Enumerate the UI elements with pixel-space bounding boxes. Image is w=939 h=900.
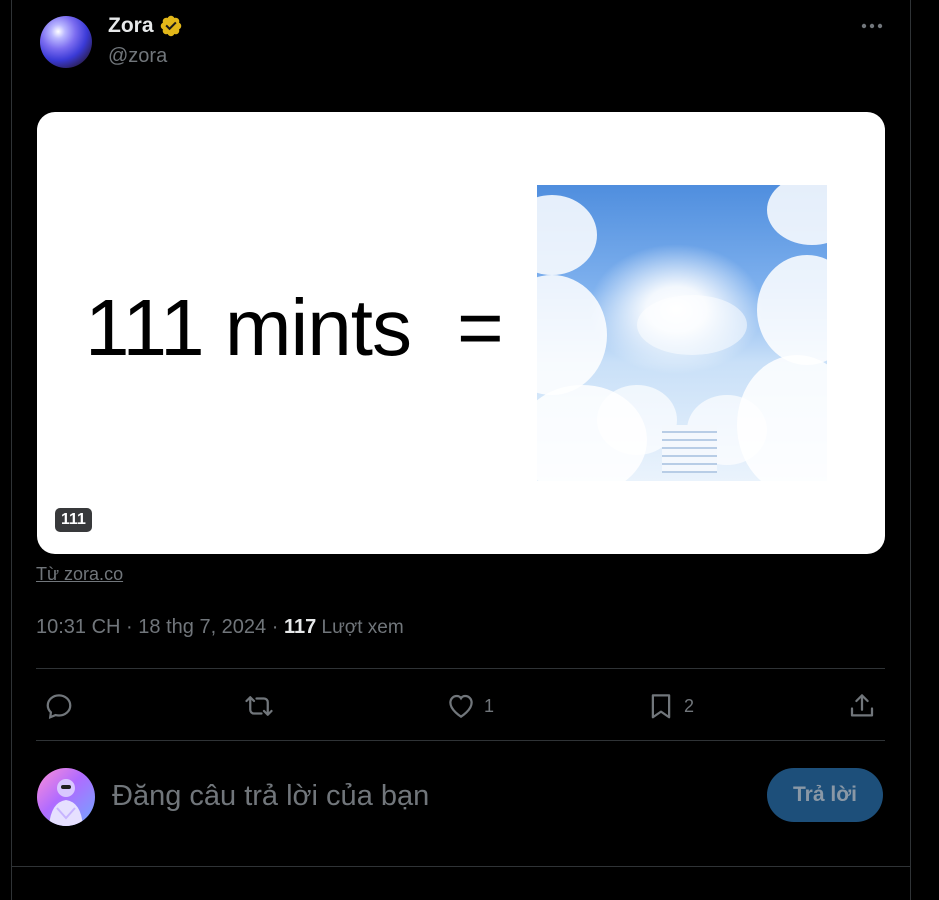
- source-link[interactable]: Từ zora.co: [36, 564, 123, 585]
- current-user-avatar[interactable]: [37, 768, 95, 826]
- tweet-meta: 10:31 CH · 18 thg 7, 2024 · 117 Lượt xem: [36, 616, 404, 639]
- author-handle[interactable]: @zora: [108, 45, 167, 68]
- like-button[interactable]: 1: [446, 688, 494, 724]
- divider-top: [36, 668, 885, 669]
- more-options-icon[interactable]: [858, 16, 886, 36]
- timeline-border-right: [910, 0, 911, 900]
- link-card[interactable]: 111 mints = 111: [37, 112, 885, 554]
- like-count: 1: [484, 695, 495, 716]
- card-count-badge: 111: [55, 508, 92, 532]
- share-icon: [850, 694, 874, 717]
- tweet-time[interactable]: 10:31 CH: [36, 616, 121, 638]
- heaven-clouds-image: [537, 185, 827, 481]
- views-label: Lượt xem: [316, 617, 404, 638]
- author-name[interactable]: Zora: [108, 14, 154, 38]
- card-headline: 111 mints: [85, 283, 412, 372]
- author-name-row[interactable]: Zora: [108, 14, 183, 38]
- verified-badge-icon: [160, 15, 181, 37]
- reply-button[interactable]: [44, 688, 74, 724]
- heart-icon: [449, 694, 473, 718]
- stairway-graphic: [662, 425, 717, 473]
- reply-input[interactable]: [112, 776, 732, 816]
- bookmark-button[interactable]: 2: [646, 688, 694, 724]
- bookmark-icon: [651, 694, 671, 719]
- share-button[interactable]: [847, 688, 877, 724]
- bookmark-count: 2: [684, 695, 695, 716]
- reply-submit-button[interactable]: Trả lời: [767, 768, 883, 822]
- meta-separator: ·: [120, 616, 139, 638]
- reply-icon: [46, 694, 72, 720]
- tweet-date[interactable]: 18 thg 7, 2024: [138, 616, 266, 638]
- retweet-button[interactable]: [244, 688, 274, 724]
- views-count: 117: [283, 616, 317, 638]
- author-avatar[interactable]: [40, 16, 92, 68]
- divider-bottom: [36, 740, 885, 741]
- retweet-icon: [245, 696, 273, 716]
- card-equals-sign: =: [457, 283, 504, 372]
- timeline-border-left: [11, 0, 12, 900]
- divider-composer-bottom: [12, 866, 910, 867]
- meta-separator: ·: [266, 616, 284, 638]
- user-avatar-art: [49, 779, 83, 826]
